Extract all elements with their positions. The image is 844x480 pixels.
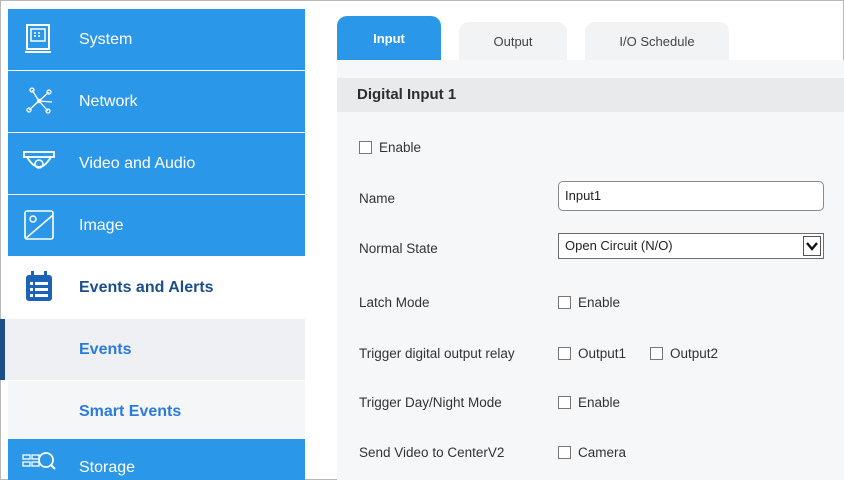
storage-icon [22,452,56,470]
section-title: Digital Input 1 [337,78,844,112]
sidebar-item-label: Storage [79,458,136,476]
daynight-option: Enable [578,395,621,410]
latch-mode-checkbox[interactable]: Enable [558,295,620,310]
sidebar-item-network[interactable]: Network [8,71,305,132]
image-icon [24,210,54,240]
sidebar-item-label: Network [79,92,138,110]
sidebar-item-label: Events and Alerts [79,278,214,296]
tab-io-schedule[interactable]: I/O Schedule [585,22,729,60]
chevron-down-icon[interactable] [803,236,821,256]
normal-state-label: Normal State [359,241,438,256]
output2-checkbox[interactable]: Output2 [650,346,718,361]
sidebar-item-label: Events [79,340,132,358]
checkbox-box[interactable] [650,347,663,360]
normal-state-select[interactable]: Open Circuit (N/O) [558,233,824,259]
main-content: Input Output I/O Schedule Digital Input … [337,16,844,480]
sidebar-item-label: Video and Audio [79,154,196,172]
sidebar-item-events[interactable]: Events [0,319,305,380]
sidebar-item-label: Smart Events [79,402,182,420]
output1-checkbox[interactable]: Output1 [558,346,626,361]
output1-label: Output1 [578,346,627,361]
trigger-output-label: Trigger digital output relay [359,346,515,361]
latch-mode-label: Latch Mode [359,295,430,310]
camera-checkbox[interactable]: Camera [558,445,626,460]
sidebar-item-system[interactable]: System [8,9,305,70]
checkbox-box[interactable] [558,347,571,360]
sidebar-item-label: Image [79,216,124,234]
network-icon [26,87,53,114]
sidebar-item-label: System [79,30,133,48]
name-label: Name [359,191,396,206]
settings-panel: Digital Input 1 Enable Name Input1 Norma… [337,60,844,480]
camera-dome-icon [23,151,55,169]
checkbox-box[interactable] [558,396,571,409]
tab-bar: Input Output I/O Schedule [337,16,844,60]
latch-mode-option: Enable [578,295,621,310]
system-icon [25,24,51,53]
calendar-list-icon [26,271,52,301]
checkbox-box[interactable] [558,446,571,459]
sidebar-item-video-audio[interactable]: Video and Audio [8,133,305,194]
enable-label: Enable [379,140,422,155]
output2-label: Output2 [670,346,719,361]
send-video-label: Send Video to CenterV2 [359,445,505,460]
enable-checkbox[interactable]: Enable [359,140,421,155]
sidebar-item-storage[interactable]: Storage [8,439,305,480]
sidebar-item-events-alerts[interactable]: Events and Alerts [8,257,305,318]
camera-option: Camera [578,445,627,460]
sidebar: System Network Video and Audio Image Eve… [0,9,305,480]
name-input[interactable]: Input1 [558,181,824,211]
tab-output[interactable]: Output [459,22,567,60]
sidebar-item-image[interactable]: Image [8,195,305,256]
daynight-checkbox[interactable]: Enable [558,395,620,410]
checkbox-box[interactable] [558,296,571,309]
tab-input[interactable]: Input [337,16,441,60]
normal-state-value: Open Circuit (N/O) [565,238,673,253]
sidebar-item-smart-events[interactable]: Smart Events [8,381,305,442]
trigger-daynight-label: Trigger Day/Night Mode [359,395,502,410]
active-indicator [0,319,5,380]
checkbox-box[interactable] [359,141,372,154]
